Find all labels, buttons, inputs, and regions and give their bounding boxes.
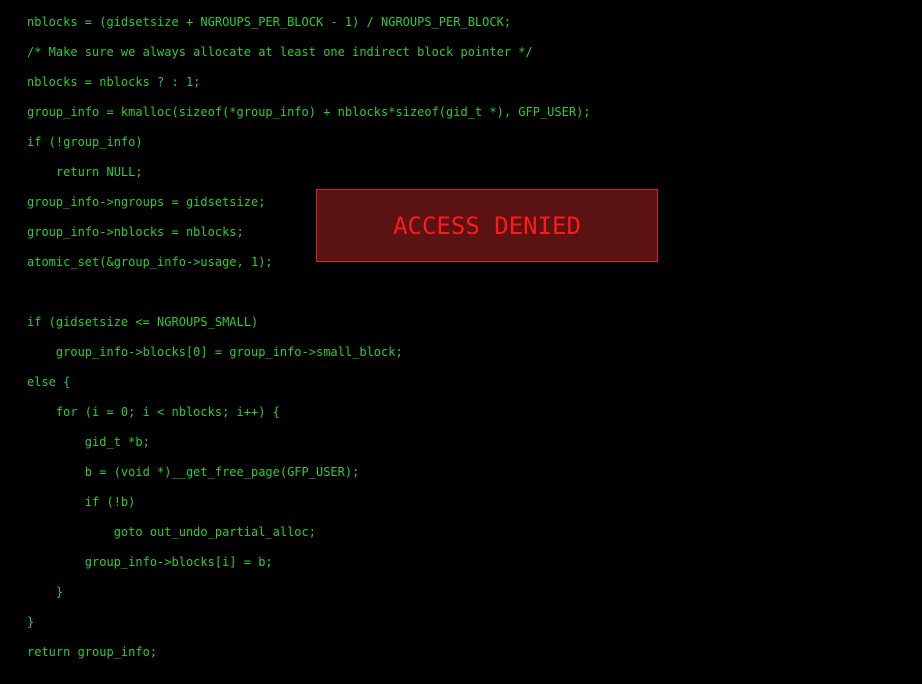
code-line: /* Make sure we always allocate at least… xyxy=(27,45,533,59)
code-line: group_info->blocks[i] = b; xyxy=(27,555,273,569)
code-block: nblocks = (gidsetsize + NGROUPS_PER_BLOC… xyxy=(27,12,591,672)
code-line: } xyxy=(27,615,35,629)
code-line: nblocks = nblocks ? : 1; xyxy=(27,75,201,89)
code-line: if (gidsetsize <= NGROUPS_SMALL) xyxy=(27,315,259,329)
code-line: gid_t *b; xyxy=(27,435,150,449)
code-line: if (!group_info) xyxy=(27,135,143,149)
terminal-screen: nblocks = (gidsetsize + NGROUPS_PER_BLOC… xyxy=(0,0,922,684)
access-denied-text: ACCESS DENIED xyxy=(393,211,581,240)
code-line: } xyxy=(27,585,64,599)
code-line: nblocks = (gidsetsize + NGROUPS_PER_BLOC… xyxy=(27,15,512,29)
access-denied-banner: ACCESS DENIED xyxy=(316,189,658,262)
code-line: for (i = 0; i < nblocks; i++) { xyxy=(27,405,280,419)
code-line: b = (void *)__get_free_page(GFP_USER); xyxy=(27,465,360,479)
code-line: else { xyxy=(27,375,71,389)
code-line: return NULL; xyxy=(27,165,143,179)
code-line: group_info->blocks[0] = group_info->smal… xyxy=(27,345,403,359)
code-line: goto out_undo_partial_alloc; xyxy=(27,525,316,539)
code-line: group_info = kmalloc(sizeof(*group_info)… xyxy=(27,105,591,119)
code-line: return group_info; xyxy=(27,645,158,659)
code-line: if (!b) xyxy=(27,495,136,509)
